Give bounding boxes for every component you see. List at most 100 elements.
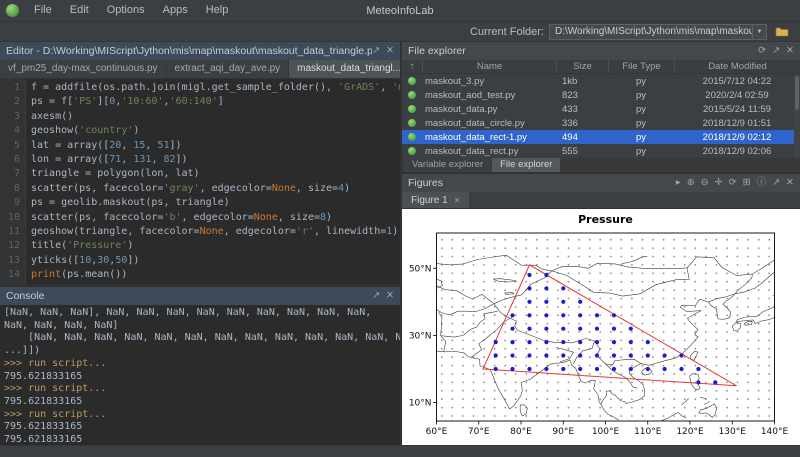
code-line: scatter(ps, facecolor='gray', edgecolor=… bbox=[31, 182, 400, 196]
code-line: geoshow(triangle, facecolor=None, edgeco… bbox=[31, 225, 400, 239]
console-line: 795.621833165 bbox=[4, 396, 396, 409]
figures-header-icons: ▸ ⊕ ⊖ ✛ ⟳ ⊞ ⓘ ↗ ✕ bbox=[676, 174, 794, 192]
code-line: scatter(ps, facecolor='b', edgecolor=Non… bbox=[31, 211, 400, 225]
up-directory-icon[interactable]: ↑ bbox=[402, 61, 422, 72]
code-line: lat = array([20, 15, 51]) bbox=[31, 139, 400, 153]
zoom-in-icon[interactable]: ⊕ bbox=[687, 174, 695, 192]
table-row[interactable]: maskout_3.py1kbpy2015/7/12 04:22 bbox=[402, 74, 800, 88]
editor-tab-1[interactable]: extract_aqi_day_ave.py bbox=[167, 60, 290, 78]
save-icon[interactable]: ⊞ bbox=[743, 174, 751, 192]
file-type: py bbox=[608, 90, 674, 101]
file-date-modified: 2018/12/9 02:12 bbox=[674, 132, 800, 143]
info-icon[interactable]: ⓘ bbox=[757, 174, 767, 192]
tab-figure-1[interactable]: Figure 1 ✕ bbox=[402, 192, 469, 208]
refresh-icon[interactable]: ⟳ bbox=[758, 42, 766, 60]
status-bar bbox=[0, 445, 800, 457]
refresh-icon[interactable]: ⟳ bbox=[729, 174, 737, 192]
editor-tab-2[interactable]: maskout_data_triangl... bbox=[289, 60, 400, 78]
console-panel-title: Console bbox=[6, 290, 372, 302]
chevron-down-icon[interactable]: ▼ bbox=[752, 25, 766, 39]
editor-tab-0[interactable]: vf_pm25_day-max_continuous.py bbox=[0, 60, 167, 78]
zoom-out-icon[interactable]: ⊖ bbox=[701, 174, 709, 192]
console-panel: Console ↗ ✕ [NaN, NaN, NaN], NaN, NaN, Na… bbox=[0, 287, 400, 445]
scrollbar[interactable] bbox=[794, 74, 800, 158]
menu-apps[interactable]: Apps bbox=[154, 0, 197, 21]
console-output[interactable]: [NaN, NaN, NaN], NaN, NaN, NaN, NaN, NaN… bbox=[0, 305, 400, 445]
figure-tab-label: Figure 1 bbox=[411, 195, 448, 206]
svg-text:110°E: 110°E bbox=[634, 427, 662, 437]
menu-options[interactable]: Options bbox=[98, 0, 154, 21]
console-line: >>> run script... bbox=[4, 358, 396, 371]
editor-panel: Editor - D:\Working\MIScript\Jython\mis\… bbox=[0, 42, 400, 285]
file-size: 494 bbox=[556, 132, 608, 143]
close-icon[interactable]: ✕ bbox=[786, 42, 794, 60]
code-line: triangle = polygon(lon, lat) bbox=[31, 167, 400, 181]
figure-canvas[interactable]: 60°E70°E80°E90°E100°E110°E120°E130°E140°… bbox=[402, 209, 800, 445]
console-line: >>> run script... bbox=[4, 409, 396, 422]
code-line: title('Pressure') bbox=[31, 239, 400, 253]
app-window: MeteoInfoLab FileEditOptionsAppsHelp Cur… bbox=[0, 0, 800, 457]
svg-text:120°E: 120°E bbox=[676, 427, 704, 437]
cursor-icon[interactable]: ▸ bbox=[676, 174, 681, 192]
svg-text:130°E: 130°E bbox=[719, 427, 747, 437]
console-line: 795.621833165 bbox=[4, 371, 396, 384]
table-row[interactable]: maskout_data.py433py2015/5/24 11:59 bbox=[402, 102, 800, 116]
file-date-modified: 2018/12/9 01:51 bbox=[674, 118, 800, 129]
code-line: axesm() bbox=[31, 110, 400, 124]
code-text[interactable]: f = addfile(os.path.join(migl.get_sample… bbox=[26, 79, 400, 285]
close-icon[interactable]: ✕ bbox=[454, 196, 461, 205]
figure-tabbar: Figure 1 ✕ bbox=[402, 192, 800, 209]
svg-text:100°E: 100°E bbox=[592, 427, 620, 437]
float-icon[interactable]: ↗ bbox=[372, 42, 380, 60]
float-icon[interactable]: ↗ bbox=[772, 42, 780, 60]
file-explorer-panel: File explorer ⟳ ↗ ✕ ↑ NameSizeFile TypeDat… bbox=[402, 42, 800, 172]
python-file-icon bbox=[408, 147, 416, 155]
svg-text:60°E: 60°E bbox=[426, 427, 448, 437]
float-icon[interactable]: ↗ bbox=[772, 174, 780, 192]
table-row[interactable]: maskout_data_rect-1.py494py2018/12/9 02:… bbox=[402, 130, 800, 144]
editor-panel-title: Editor - D:\Working\MIScript\Jython\mis\… bbox=[6, 45, 372, 57]
code-line: f = addfile(os.path.join(migl.get_sample… bbox=[31, 81, 400, 95]
python-file-icon bbox=[408, 133, 416, 141]
file-type: py bbox=[608, 104, 674, 115]
file-size: 823 bbox=[556, 90, 608, 101]
explorer-bottom-tabs: Variable explorerFile explorer bbox=[402, 158, 800, 172]
browse-folder-button[interactable] bbox=[772, 24, 792, 40]
file-name: maskout_data_rect.py bbox=[422, 146, 556, 157]
close-icon[interactable]: ✕ bbox=[386, 42, 394, 60]
table-row[interactable]: maskout_aod_test.py823py2020/2/4 02:59 bbox=[402, 88, 800, 102]
tab-file-explorer[interactable]: File explorer bbox=[492, 158, 560, 172]
python-file-icon bbox=[408, 91, 416, 99]
svg-text:30°N: 30°N bbox=[409, 331, 432, 341]
editor-tabbar: vf_pm25_day-max_continuous.pyextract_aqi… bbox=[0, 60, 400, 79]
code-line: geoshow('country') bbox=[31, 124, 400, 138]
file-size: 1kb bbox=[556, 76, 608, 87]
current-folder-label: Current Folder: bbox=[470, 26, 544, 38]
file-size: 433 bbox=[556, 104, 608, 115]
table-row[interactable]: maskout_data_circle.py336py2018/12/9 01:… bbox=[402, 116, 800, 130]
code-line: lon = array([71, 131, 82]) bbox=[31, 153, 400, 167]
svg-text:10°N: 10°N bbox=[409, 399, 432, 409]
table-row[interactable]: maskout_data_rect.py555py2018/12/9 02:06 bbox=[402, 144, 800, 158]
console-line: [NaN, NaN, NaN, NaN, NaN, NaN, NaN, NaN,… bbox=[4, 332, 396, 345]
file-date-modified: 2015/7/12 04:22 bbox=[674, 76, 800, 87]
close-icon[interactable]: ✕ bbox=[386, 287, 394, 305]
current-folder-combobox[interactable]: D:\Working\MIScript\Jython\mis\map\masko… bbox=[549, 24, 767, 40]
column-header-date-modified[interactable]: Date Modified bbox=[674, 60, 800, 73]
file-explorer-title: File explorer bbox=[408, 45, 758, 57]
console-line: >>> run script... bbox=[4, 383, 396, 396]
code-editor[interactable]: 1234567891011121314 f = addfile(os.path.… bbox=[0, 79, 400, 285]
column-header-name[interactable]: Name bbox=[422, 60, 556, 73]
pan-icon[interactable]: ✛ bbox=[715, 174, 723, 192]
column-header-file-type[interactable]: File Type bbox=[608, 60, 674, 73]
menu-help[interactable]: Help bbox=[197, 0, 238, 21]
figures-panel-header: Figures ▸⊕⊖✛⟳⊞ⓘ↗✕ bbox=[402, 174, 800, 192]
column-header-size[interactable]: Size bbox=[556, 60, 608, 73]
python-file-icon bbox=[408, 119, 416, 127]
float-icon[interactable]: ↗ bbox=[372, 287, 380, 305]
close-icon[interactable]: ✕ bbox=[786, 174, 794, 192]
tab-variable-explorer[interactable]: Variable explorer bbox=[404, 158, 491, 172]
menu-edit[interactable]: Edit bbox=[61, 0, 98, 21]
left-column: Editor - D:\Working\MIScript\Jython\mis\… bbox=[0, 42, 400, 445]
menu-file[interactable]: File bbox=[25, 0, 61, 21]
